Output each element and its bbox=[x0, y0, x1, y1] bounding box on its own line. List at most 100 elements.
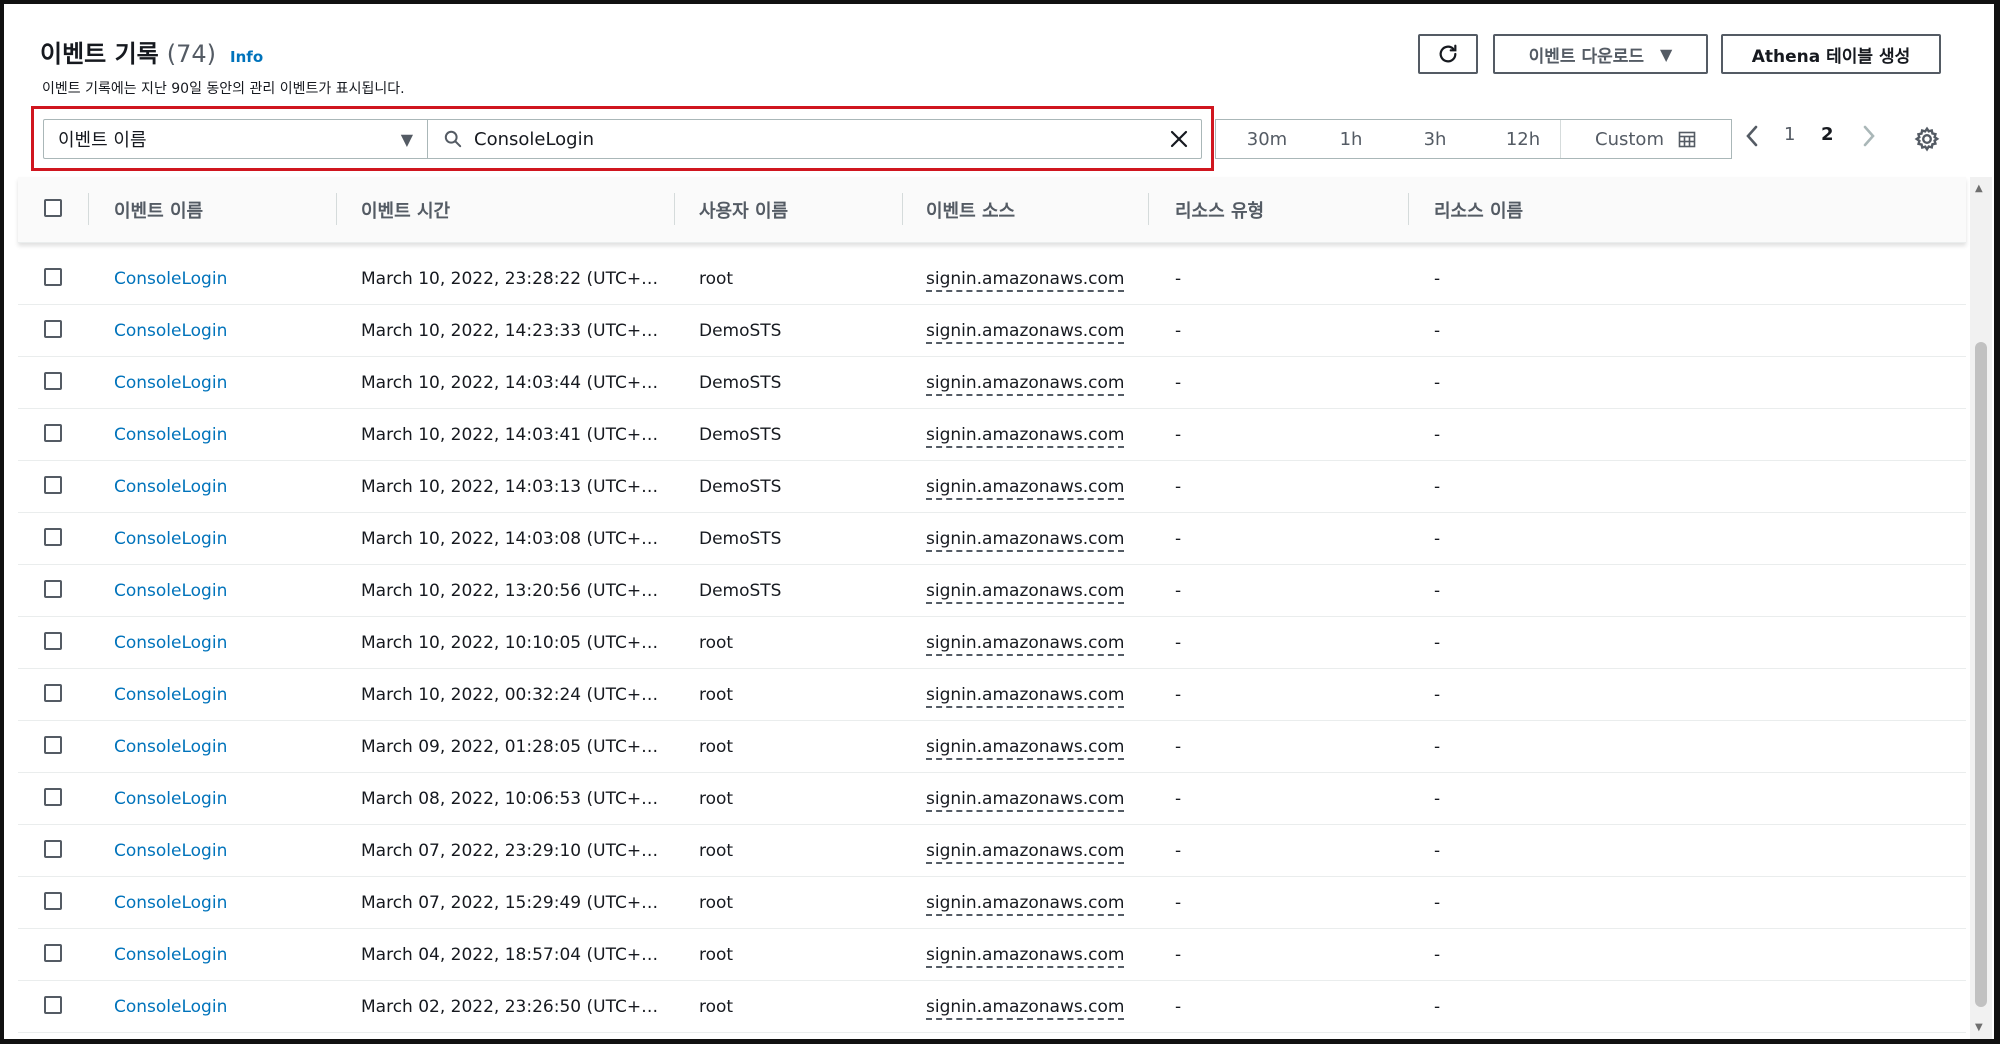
event-time-cell: March 02, 2022, 23:26:50 (UTC+… bbox=[361, 997, 659, 1017]
event-name-link[interactable]: ConsoleLogin bbox=[114, 581, 227, 601]
select-all-checkbox[interactable] bbox=[44, 199, 62, 217]
table-row[interactable]: ConsoleLogin March 10, 2022, 14:03:41 (UT… bbox=[18, 409, 1966, 461]
time-range-12h[interactable]: 12h bbox=[1486, 120, 1560, 158]
scroll-down-arrow-icon[interactable]: ▼ bbox=[1975, 1022, 1983, 1033]
row-checkbox[interactable] bbox=[44, 528, 62, 546]
event-name-link[interactable]: ConsoleLogin bbox=[114, 529, 227, 549]
event-name-link[interactable]: ConsoleLogin bbox=[114, 633, 227, 653]
table-row[interactable]: ConsoleLogin March 10, 2022, 14:03:44 (UT… bbox=[18, 357, 1966, 409]
create-athena-table-button[interactable]: Athena 테이블 생성 bbox=[1721, 34, 1941, 74]
event-source-cell[interactable]: signin.amazonaws.com bbox=[926, 373, 1125, 396]
table-row[interactable]: ConsoleLogin March 07, 2022, 15:29:49 (UT… bbox=[18, 877, 1966, 929]
scrollbar-thumb[interactable] bbox=[1975, 342, 1987, 1007]
time-range-3h[interactable]: 3h bbox=[1384, 120, 1486, 158]
row-checkbox[interactable] bbox=[44, 788, 62, 806]
gear-icon[interactable] bbox=[1914, 126, 1940, 152]
time-range-30m[interactable]: 30m bbox=[1216, 120, 1318, 158]
table-row[interactable]: ConsoleLogin March 10, 2022, 23:28:22 (UT… bbox=[18, 253, 1966, 305]
resource-name-cell: - bbox=[1434, 529, 1441, 549]
resource-name-cell: - bbox=[1434, 425, 1441, 445]
column-header-event-name[interactable]: 이벤트 이름 bbox=[114, 197, 203, 223]
download-events-button[interactable]: 이벤트 다운로드 ▼ bbox=[1493, 34, 1708, 74]
scroll-up-arrow-icon[interactable]: ▲ bbox=[1975, 183, 1983, 194]
event-source-cell[interactable]: signin.amazonaws.com bbox=[926, 737, 1125, 760]
table-row[interactable]: ConsoleLogin March 10, 2022, 14:03:13 (UT… bbox=[18, 461, 1966, 513]
column-header-user-name[interactable]: 사용자 이름 bbox=[699, 197, 788, 223]
event-name-link[interactable]: ConsoleLogin bbox=[114, 997, 227, 1017]
row-checkbox[interactable] bbox=[44, 320, 62, 338]
page-2-button[interactable]: 2 bbox=[1821, 124, 1834, 145]
resource-type-cell: - bbox=[1175, 633, 1182, 653]
row-checkbox[interactable] bbox=[44, 372, 62, 390]
search-input[interactable] bbox=[474, 128, 1134, 150]
row-checkbox[interactable] bbox=[44, 580, 62, 598]
event-name-link[interactable]: ConsoleLogin bbox=[114, 425, 227, 445]
filter-attribute-select[interactable]: 이벤트 이름 ▼ bbox=[43, 119, 428, 159]
column-header-event-source[interactable]: 이벤트 소스 bbox=[926, 197, 1015, 223]
table-row[interactable]: ConsoleLogin March 04, 2022, 18:57:04 (UT… bbox=[18, 929, 1966, 981]
event-name-link[interactable]: ConsoleLogin bbox=[114, 841, 227, 861]
resource-name-cell: - bbox=[1434, 373, 1441, 393]
table-row[interactable]: ConsoleLogin March 10, 2022, 14:03:08 (UT… bbox=[18, 513, 1966, 565]
event-source-cell[interactable]: signin.amazonaws.com bbox=[926, 997, 1125, 1020]
event-source-cell[interactable]: signin.amazonaws.com bbox=[926, 269, 1125, 292]
row-checkbox[interactable] bbox=[44, 424, 62, 442]
row-checkbox[interactable] bbox=[44, 736, 62, 754]
event-name-link[interactable]: ConsoleLogin bbox=[114, 373, 227, 393]
event-name-link[interactable]: ConsoleLogin bbox=[114, 269, 227, 289]
previous-page-button[interactable] bbox=[1744, 124, 1760, 148]
refresh-button[interactable] bbox=[1418, 34, 1478, 74]
event-name-link[interactable]: ConsoleLogin bbox=[114, 893, 227, 913]
row-checkbox[interactable] bbox=[44, 892, 62, 910]
table-row[interactable]: ConsoleLogin March 02, 2022, 23:26:50 (UT… bbox=[18, 981, 1966, 1033]
table-row[interactable]: ConsoleLogin March 09, 2022, 01:28:05 (UT… bbox=[18, 721, 1966, 773]
event-source-cell[interactable]: signin.amazonaws.com bbox=[926, 841, 1125, 864]
resource-name-cell: - bbox=[1434, 945, 1441, 965]
table-row[interactable]: ConsoleLogin March 10, 2022, 14:23:33 (UT… bbox=[18, 305, 1966, 357]
time-range-custom[interactable]: Custom bbox=[1560, 120, 1730, 158]
row-checkbox[interactable] bbox=[44, 632, 62, 650]
event-name-link[interactable]: ConsoleLogin bbox=[114, 737, 227, 757]
row-checkbox[interactable] bbox=[44, 944, 62, 962]
page-1-button[interactable]: 1 bbox=[1784, 124, 1795, 145]
column-header-event-time[interactable]: 이벤트 시간 bbox=[361, 197, 450, 223]
event-source-cell[interactable]: signin.amazonaws.com bbox=[926, 529, 1125, 552]
table-row[interactable]: ConsoleLogin March 10, 2022, 00:32:24 (UT… bbox=[18, 669, 1966, 721]
event-source-cell[interactable]: signin.amazonaws.com bbox=[926, 945, 1125, 968]
resource-type-cell: - bbox=[1175, 425, 1182, 445]
custom-label: Custom bbox=[1595, 128, 1664, 150]
event-name-link[interactable]: ConsoleLogin bbox=[114, 321, 227, 341]
row-checkbox[interactable] bbox=[44, 476, 62, 494]
user-name-cell: root bbox=[699, 737, 734, 757]
event-source-cell[interactable]: signin.amazonaws.com bbox=[926, 893, 1125, 916]
event-name-link[interactable]: ConsoleLogin bbox=[114, 789, 227, 809]
event-source-cell[interactable]: signin.amazonaws.com bbox=[926, 633, 1125, 656]
table-row[interactable]: ConsoleLogin March 08, 2022, 10:06:53 (UT… bbox=[18, 773, 1966, 825]
column-header-resource-type[interactable]: 리소스 유형 bbox=[1175, 197, 1264, 223]
user-name-cell: DemoSTS bbox=[699, 477, 782, 497]
resource-type-cell: - bbox=[1175, 269, 1182, 289]
event-source-cell[interactable]: signin.amazonaws.com bbox=[926, 789, 1125, 812]
table-row[interactable]: ConsoleLogin March 10, 2022, 13:20:56 (UT… bbox=[18, 565, 1966, 617]
row-checkbox[interactable] bbox=[44, 268, 62, 286]
row-checkbox[interactable] bbox=[44, 996, 62, 1014]
column-header-resource-name[interactable]: 리소스 이름 bbox=[1434, 197, 1523, 223]
info-link[interactable]: Info bbox=[230, 48, 263, 66]
row-checkbox[interactable] bbox=[44, 840, 62, 858]
event-name-link[interactable]: ConsoleLogin bbox=[114, 685, 227, 705]
close-icon[interactable] bbox=[1169, 129, 1189, 149]
row-checkbox[interactable] bbox=[44, 684, 62, 702]
event-source-cell[interactable]: signin.amazonaws.com bbox=[926, 321, 1125, 344]
vertical-scrollbar[interactable]: ▲ ▼ bbox=[1970, 177, 1992, 1039]
table-row[interactable]: ConsoleLogin March 07, 2022, 23:29:10 (UT… bbox=[18, 825, 1966, 877]
table-row[interactable]: ConsoleLogin March 10, 2022, 10:10:05 (UT… bbox=[18, 617, 1966, 669]
event-name-link[interactable]: ConsoleLogin bbox=[114, 477, 227, 497]
event-source-cell[interactable]: signin.amazonaws.com bbox=[926, 685, 1125, 708]
next-page-button[interactable] bbox=[1861, 124, 1877, 148]
event-source-cell[interactable]: signin.amazonaws.com bbox=[926, 425, 1125, 448]
event-source-cell[interactable]: signin.amazonaws.com bbox=[926, 581, 1125, 604]
event-name-link[interactable]: ConsoleLogin bbox=[114, 945, 227, 965]
event-source-cell[interactable]: signin.amazonaws.com bbox=[926, 477, 1125, 500]
time-range-1h[interactable]: 1h bbox=[1318, 120, 1384, 158]
resource-type-cell: - bbox=[1175, 737, 1182, 757]
